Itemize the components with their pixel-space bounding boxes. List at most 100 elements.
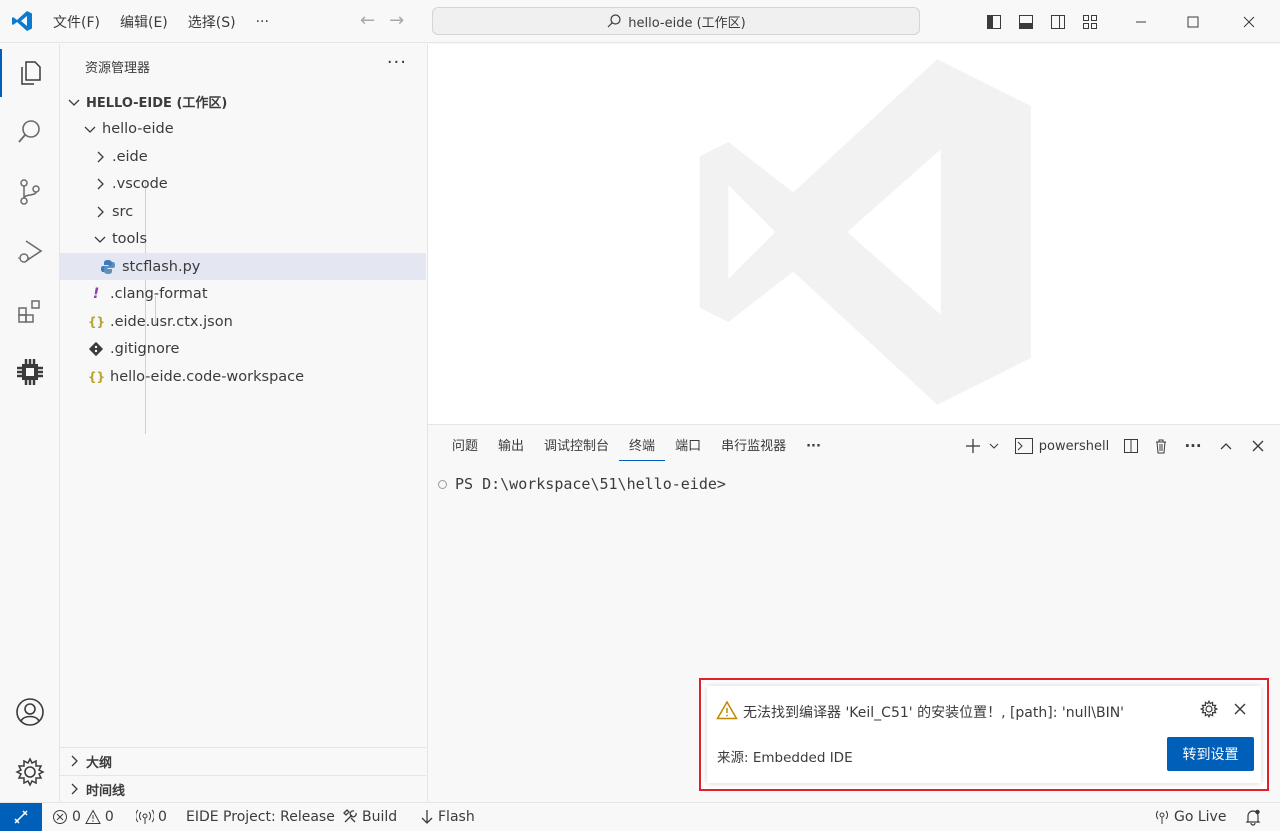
remote-indicator[interactable] bbox=[0, 803, 42, 831]
build-label: Build bbox=[362, 809, 398, 825]
eide-chip-icon[interactable] bbox=[0, 348, 60, 396]
ports-count: 0 bbox=[158, 809, 167, 825]
tree-item-label: tools bbox=[112, 230, 148, 247]
trash-icon[interactable] bbox=[1146, 433, 1176, 459]
back-arrow-icon[interactable]: ← bbox=[360, 10, 375, 31]
chevron-right-icon bbox=[97, 206, 104, 217]
run-debug-icon[interactable] bbox=[0, 228, 60, 276]
customize-layout-icon[interactable] bbox=[1074, 14, 1106, 30]
toggle-secondary-sidebar-icon[interactable] bbox=[1042, 14, 1074, 30]
tree-item-hello-eide[interactable]: hello-eide bbox=[60, 115, 426, 142]
chevron-down-icon[interactable] bbox=[984, 433, 1004, 459]
tree-item-workspace[interactable]: HELLO-EIDE (工作区) bbox=[60, 88, 426, 115]
extensions-icon[interactable] bbox=[0, 288, 60, 336]
explorer-icon[interactable] bbox=[0, 49, 60, 97]
close-icon[interactable] bbox=[1231, 700, 1249, 718]
tree-item-tools-folder[interactable]: tools bbox=[60, 225, 426, 252]
panel-more-tabs[interactable]: ··· bbox=[796, 437, 831, 461]
tree-item-label: .eide.usr.ctx.json bbox=[110, 313, 233, 330]
menu-edit[interactable]: 编辑(E) bbox=[110, 12, 178, 32]
error-icon bbox=[53, 810, 67, 824]
tree-item-clang-format[interactable]: ! .clang-format bbox=[60, 280, 426, 307]
chevron-down-icon bbox=[68, 99, 80, 106]
timeline-label: 时间线 bbox=[86, 783, 126, 799]
maximize-panel-icon[interactable] bbox=[1210, 433, 1242, 459]
close-panel-icon[interactable] bbox=[1242, 433, 1274, 459]
go-live-label: Go Live bbox=[1174, 809, 1227, 825]
flash-label: Flash bbox=[438, 809, 475, 825]
notification-toast: 无法找到编译器 'Keil_C51' 的安装位置！, [path]: 'null… bbox=[707, 686, 1261, 783]
chevron-down-icon bbox=[94, 236, 106, 243]
toggle-primary-sidebar-icon[interactable] bbox=[978, 14, 1010, 30]
explorer-more-actions[interactable]: ··· bbox=[387, 52, 407, 73]
build-button[interactable]: Build bbox=[342, 803, 397, 831]
new-terminal-icon[interactable] bbox=[962, 433, 984, 459]
toggle-panel-icon[interactable] bbox=[1010, 14, 1042, 30]
eide-project-status[interactable]: EIDE Project: Release bbox=[186, 803, 335, 831]
menu-select[interactable]: 选择(S) bbox=[178, 12, 246, 32]
tab-terminal[interactable]: 终端 bbox=[619, 437, 666, 461]
terminal-prompt: PS D:\workspace\51\hello-eide> bbox=[455, 475, 726, 493]
menu-bar: 文件(F) 编辑(E) 选择(S) ··· bbox=[43, 0, 279, 43]
warning-count: 0 bbox=[104, 809, 114, 825]
go-to-settings-button[interactable]: 转到设置 bbox=[1167, 737, 1254, 771]
accounts-icon[interactable] bbox=[0, 688, 60, 736]
tab-debug-console[interactable]: 调试控制台 bbox=[534, 437, 619, 461]
tab-serial-monitor[interactable]: 串行监视器 bbox=[711, 437, 796, 461]
notifications-bell-icon[interactable] bbox=[1244, 803, 1262, 831]
tree-item-label: hello-eide bbox=[102, 120, 174, 137]
explorer-title: 资源管理器 bbox=[85, 61, 151, 76]
terminal-selector[interactable]: powershell bbox=[1008, 433, 1116, 459]
chevron-right-icon bbox=[71, 783, 78, 795]
tree-item-label: .gitignore bbox=[110, 340, 180, 357]
forward-arrow-icon[interactable]: → bbox=[389, 10, 404, 31]
tree-item-src-folder[interactable]: src bbox=[60, 198, 426, 225]
search-icon[interactable] bbox=[0, 108, 60, 156]
notification-message: 无法找到编译器 'Keil_C51' 的安装位置！, [path]: 'null… bbox=[743, 705, 1125, 721]
vscode-logo-icon bbox=[12, 11, 32, 31]
git-file-icon bbox=[88, 341, 104, 356]
navigation-arrows: ← → bbox=[360, 10, 404, 31]
close-window-button[interactable] bbox=[1226, 0, 1272, 43]
timeline-section[interactable]: 时间线 bbox=[60, 775, 426, 802]
tree-item-eide-folder[interactable]: .eide bbox=[60, 143, 426, 170]
tree-item-label: .vscode bbox=[112, 175, 168, 192]
exclamation-config-icon: ! bbox=[92, 285, 100, 302]
outline-section[interactable]: 大纲 bbox=[60, 747, 426, 774]
layout-controls bbox=[978, 0, 1106, 43]
terminal-output[interactable]: PS D:\workspace\51\hello-eide> bbox=[438, 475, 726, 493]
command-decoration-icon[interactable] bbox=[438, 479, 447, 489]
menu-file[interactable]: 文件(F) bbox=[43, 12, 110, 32]
settings-gear-icon[interactable] bbox=[0, 748, 60, 796]
tab-output[interactable]: 输出 bbox=[488, 437, 534, 461]
flash-button[interactable]: Flash bbox=[420, 803, 475, 831]
minimize-button[interactable] bbox=[1118, 0, 1164, 43]
tab-problems[interactable]: 问题 bbox=[442, 437, 488, 461]
gear-icon[interactable] bbox=[1200, 700, 1218, 718]
tree-item-label: src bbox=[112, 203, 134, 220]
tree-item-label: .clang-format bbox=[110, 285, 208, 302]
chevron-right-icon bbox=[97, 178, 104, 189]
tree-item-code-workspace[interactable]: {} hello-eide.code-workspace bbox=[60, 363, 426, 390]
tools-icon bbox=[343, 809, 357, 823]
command-center-search[interactable]: hello-eide (工作区) bbox=[432, 7, 920, 35]
menu-more[interactable]: ··· bbox=[246, 14, 279, 30]
arrow-down-icon bbox=[421, 810, 433, 824]
explorer-sidebar: 资源管理器 ··· HELLO-EIDE (工作区) hello-eide .e… bbox=[60, 44, 428, 802]
tree-item-label: hello-eide.code-workspace bbox=[110, 368, 305, 385]
json-file-icon: {} bbox=[88, 369, 106, 384]
go-live-button[interactable]: Go Live bbox=[1154, 803, 1226, 831]
tree-item-stcflash-py[interactable]: stcflash.py bbox=[60, 253, 426, 280]
panel-more-actions-icon[interactable]: ··· bbox=[1176, 433, 1210, 459]
tree-item-vscode-folder[interactable]: .vscode bbox=[60, 170, 426, 197]
split-terminal-icon[interactable] bbox=[1116, 433, 1146, 459]
ports-indicator[interactable]: 0 bbox=[136, 803, 167, 831]
tree-item-eide-usr-ctx-json[interactable]: {} .eide.usr.ctx.json bbox=[60, 308, 426, 335]
tab-ports[interactable]: 端口 bbox=[665, 437, 711, 461]
warning-icon bbox=[716, 700, 738, 720]
chevron-right-icon bbox=[97, 151, 104, 162]
source-control-icon[interactable] bbox=[0, 168, 60, 216]
maximize-button[interactable] bbox=[1170, 0, 1216, 43]
tree-item-gitignore[interactable]: .gitignore bbox=[60, 335, 426, 362]
problems-indicator[interactable]: 0 0 bbox=[52, 803, 114, 831]
